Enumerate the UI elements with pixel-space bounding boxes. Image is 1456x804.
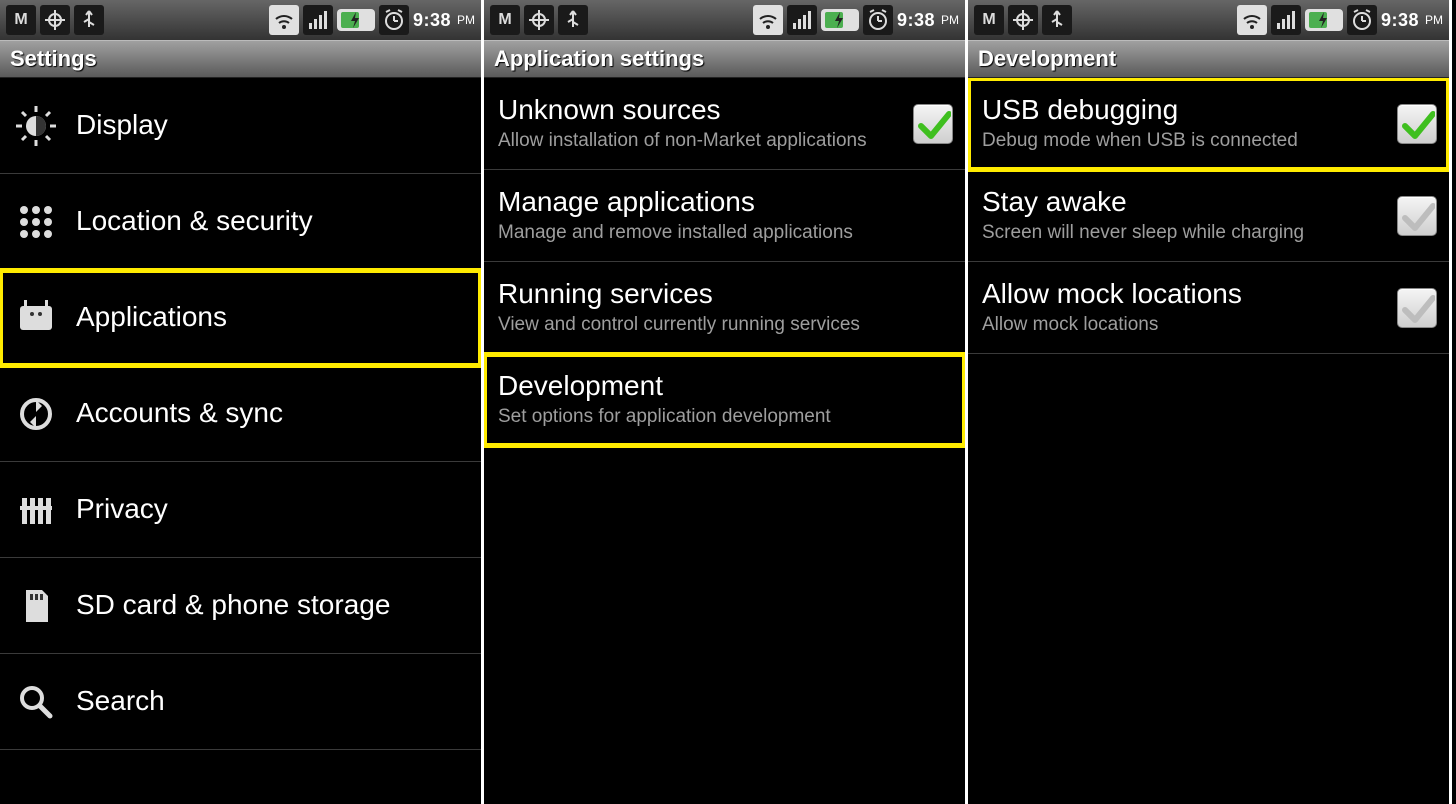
appset-manage-applications[interactable]: Manage applications Manage and remove in… [484, 170, 965, 262]
dev-stay-awake[interactable]: Stay awake Screen will never sleep while… [968, 170, 1449, 262]
row-label: Stay awake [982, 186, 1387, 218]
wifi-icon [269, 5, 299, 35]
clock-time: 9:38 [1381, 10, 1419, 31]
settings-accounts-sync[interactable]: Accounts & sync [0, 366, 481, 462]
clock-ampm: PM [1425, 13, 1443, 27]
row-label: Allow mock locations [982, 278, 1387, 310]
clock-ampm: PM [941, 13, 959, 27]
status-bar: M 9:38 PM [0, 0, 481, 40]
row-label: Manage applications [498, 186, 953, 218]
usb-icon [1042, 5, 1072, 35]
dev-list: USB debugging Debug mode when USB is con… [968, 78, 1449, 804]
row-label: Privacy [76, 493, 469, 525]
row-label: Running services [498, 278, 953, 310]
app-settings-list: Unknown sources Allow installation of no… [484, 78, 965, 804]
settings-sd-storage[interactable]: SD card & phone storage [0, 558, 481, 654]
clock-time: 9:38 [413, 10, 451, 31]
row-subtitle: Set options for application development [498, 406, 953, 429]
row-label: USB debugging [982, 94, 1387, 126]
clock-ampm: PM [457, 13, 475, 27]
checkbox-usb-debugging[interactable] [1397, 104, 1437, 144]
debug-icon [40, 5, 70, 35]
wifi-icon [1237, 5, 1267, 35]
row-subtitle: View and control currently running servi… [498, 314, 953, 337]
sd-icon [14, 584, 58, 628]
page-title: Development [968, 40, 1449, 78]
grid-icon [14, 200, 58, 244]
usb-icon [74, 5, 104, 35]
more-icon [14, 764, 58, 804]
row-subtitle: Debug mode when USB is connected [982, 130, 1387, 153]
row-label: Unknown sources [498, 94, 903, 126]
dev-usb-debugging[interactable]: USB debugging Debug mode when USB is con… [968, 78, 1449, 170]
appset-running-services[interactable]: Running services View and control curren… [484, 262, 965, 354]
checkbox-unknown-sources[interactable] [913, 104, 953, 144]
appset-development[interactable]: Development Set options for application … [484, 354, 965, 446]
signal-icon [1271, 5, 1301, 35]
row-label: Search [76, 685, 469, 717]
sync-icon [14, 392, 58, 436]
gmail-icon: M [6, 5, 36, 35]
brightness-icon [14, 104, 58, 148]
row-label: Display [76, 109, 469, 141]
gmail-icon: M [974, 5, 1004, 35]
settings-location-security[interactable]: Location & security [0, 174, 481, 270]
battery-charging-icon [1305, 9, 1343, 31]
signal-icon [303, 5, 333, 35]
row-subtitle: Allow installation of non-Market applica… [498, 130, 903, 153]
settings-search[interactable]: Search [0, 654, 481, 750]
app-icon [14, 296, 58, 340]
settings-applications[interactable]: Applications [0, 270, 481, 366]
row-subtitle: Screen will never sleep while charging [982, 222, 1387, 245]
page-title: Settings [0, 40, 481, 78]
row-subtitle: Allow mock locations [982, 314, 1387, 337]
status-bar: M 9:38 PM [968, 0, 1449, 40]
battery-charging-icon [337, 9, 375, 31]
screen-settings: M 9:38 PM Settings Display Location & sec… [0, 0, 484, 804]
fence-icon [14, 488, 58, 532]
alarm-icon [863, 5, 893, 35]
clock-time: 9:38 [897, 10, 935, 31]
settings-list: Display Location & security Applications… [0, 78, 481, 804]
signal-icon [787, 5, 817, 35]
row-label: Applications [76, 301, 469, 333]
row-label: SD card & phone storage [76, 589, 469, 621]
screen-development: M 9:38 PM Development USB debugging Debug… [968, 0, 1452, 804]
status-bar: M 9:38 PM [484, 0, 965, 40]
search-icon [14, 680, 58, 724]
debug-icon [524, 5, 554, 35]
row-label: Location & security [76, 205, 469, 237]
appset-unknown-sources[interactable]: Unknown sources Allow installation of no… [484, 78, 965, 170]
checkbox-stay-awake[interactable] [1397, 196, 1437, 236]
row-label: Development [498, 370, 953, 402]
dev-allow-mock-locations[interactable]: Allow mock locations Allow mock location… [968, 262, 1449, 354]
settings-privacy[interactable]: Privacy [0, 462, 481, 558]
row-label: Accounts & sync [76, 397, 469, 429]
row-subtitle: Manage and remove installed applications [498, 222, 953, 245]
settings-display[interactable]: Display [0, 78, 481, 174]
page-title: Application settings [484, 40, 965, 78]
gmail-icon: M [490, 5, 520, 35]
alarm-icon [379, 5, 409, 35]
battery-charging-icon [821, 9, 859, 31]
screen-application-settings: M 9:38 PM Application settings Unknown so… [484, 0, 968, 804]
debug-icon [1008, 5, 1038, 35]
checkbox-mock-locations[interactable] [1397, 288, 1437, 328]
alarm-icon [1347, 5, 1377, 35]
usb-icon [558, 5, 588, 35]
settings-more[interactable] [0, 750, 481, 804]
wifi-icon [753, 5, 783, 35]
